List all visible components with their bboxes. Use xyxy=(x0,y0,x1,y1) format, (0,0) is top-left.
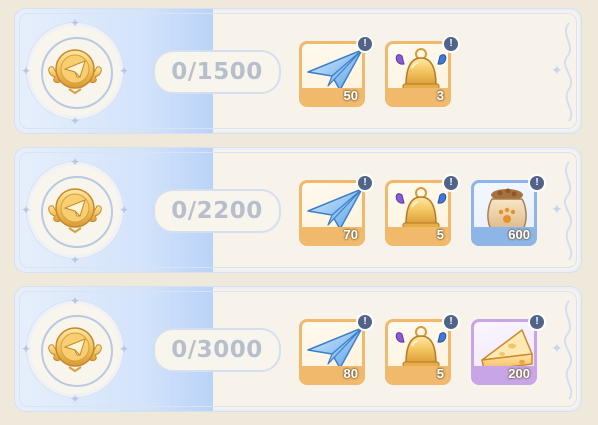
sparkle-icon: ✦ xyxy=(70,155,81,169)
reward-quantity: 50 xyxy=(343,88,358,103)
progress-counter: 0/1500 xyxy=(153,50,281,94)
reward-slot-paper-plane[interactable]: 70 xyxy=(299,180,365,246)
tier-medal: ✦ ✦ ✦ ✦ xyxy=(19,154,131,266)
info-icon[interactable]: ! xyxy=(528,313,546,331)
reward-slot-paper-plane[interactable]: 80 xyxy=(299,319,365,385)
reward-slot-golden-bell[interactable]: 3 xyxy=(385,41,451,107)
sparkle-icon: ✦ xyxy=(21,64,32,78)
paper-plane-icon xyxy=(306,46,364,94)
reward-quantity: 3 xyxy=(436,88,444,103)
reward-slot-golden-bell[interactable]: 5 xyxy=(385,319,451,385)
paper-plane-icon xyxy=(306,324,364,372)
reward-tier-2: ✦ ✦ ✦ ✦ 0/2200 70 ! 5 ! 600 ! ✦ xyxy=(14,147,582,273)
sparkle-icon: ✦ xyxy=(551,62,563,78)
sparkle-icon: ✦ xyxy=(119,203,130,217)
sparkle-icon: ✦ xyxy=(70,392,81,406)
reward-quantity: 5 xyxy=(436,366,444,381)
paper-plane-medal-icon xyxy=(47,45,103,97)
tier-medal: ✦ ✦ ✦ ✦ xyxy=(19,293,131,405)
sparkle-icon: ✦ xyxy=(70,114,81,128)
sparkle-icon: ✦ xyxy=(70,253,81,267)
sparkle-icon: ✦ xyxy=(119,342,130,356)
reward-slot-paper-plane[interactable]: 50 xyxy=(299,41,365,107)
info-icon[interactable]: ! xyxy=(442,35,460,53)
reward-tier-3: ✦ ✦ ✦ ✦ 0/3000 80 ! 5 ! 200 ! ✦ xyxy=(14,286,582,412)
info-icon[interactable]: ! xyxy=(356,313,374,331)
reward-tier-1: ✦ ✦ ✦ ✦ 0/1500 50 ! 3 ! ✦ xyxy=(14,8,582,134)
reward-slot-pet-food-sack[interactable]: 600 xyxy=(471,180,537,246)
progress-counter: 0/3000 xyxy=(153,328,281,372)
paper-plane-icon xyxy=(306,185,364,233)
sparkle-icon: ✦ xyxy=(70,294,81,308)
info-icon[interactable]: ! xyxy=(442,313,460,331)
paper-plane-medal-icon xyxy=(47,323,103,375)
sparkle-icon: ✦ xyxy=(70,16,81,30)
sparkle-icon: ✦ xyxy=(21,342,32,356)
info-icon[interactable]: ! xyxy=(442,174,460,192)
reward-slot-cheese-wedge[interactable]: 200 xyxy=(471,319,537,385)
info-icon[interactable]: ! xyxy=(356,174,374,192)
tier-medal: ✦ ✦ ✦ ✦ xyxy=(19,15,131,127)
reward-slot-golden-bell[interactable]: 5 xyxy=(385,180,451,246)
sparkle-icon: ✦ xyxy=(21,203,32,217)
reward-quantity: 70 xyxy=(343,227,358,242)
reward-quantity: 200 xyxy=(508,366,530,381)
info-icon[interactable]: ! xyxy=(528,174,546,192)
sparkle-icon: ✦ xyxy=(551,201,563,217)
reward-quantity: 5 xyxy=(436,227,444,242)
reward-quantity: 600 xyxy=(508,227,530,242)
info-icon[interactable]: ! xyxy=(356,35,374,53)
progress-counter: 0/2200 xyxy=(153,189,281,233)
paper-plane-medal-icon xyxy=(47,184,103,236)
sparkle-icon: ✦ xyxy=(551,340,563,356)
reward-quantity: 80 xyxy=(343,366,358,381)
sparkle-icon: ✦ xyxy=(119,64,130,78)
